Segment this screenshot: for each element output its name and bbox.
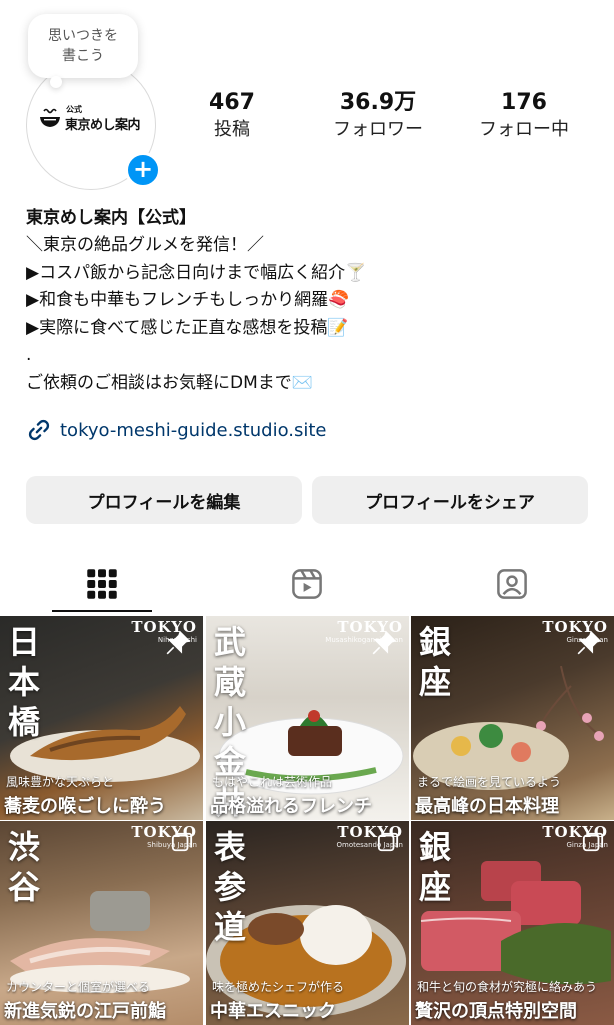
stat-posts-count: 467	[209, 90, 255, 115]
logo-name: 東京めし案内	[65, 118, 141, 133]
post-place: 表参道	[214, 828, 247, 946]
active-tab-indicator	[52, 610, 152, 612]
carousel-icon	[171, 832, 193, 852]
pin-icon	[166, 630, 191, 655]
post-place: 銀座	[419, 623, 452, 701]
pin-icon	[577, 630, 602, 655]
post-caption: 贅沢の頂点特別空間	[415, 1001, 577, 1022]
post-place: 銀座	[419, 828, 452, 906]
post-place: 渋谷	[8, 828, 41, 906]
stat-posts-label: 投稿	[214, 119, 250, 140]
bio-line: ▶実際に食べて感じた正直な感想を投稿📝	[26, 317, 349, 338]
post-tile[interactable]: 武蔵小金井 TOKYO Musashikoganei Japan もはやこれは芸…	[206, 616, 409, 820]
tab-reels[interactable]	[205, 556, 409, 612]
avatar-logo: 公式 東京めし案内	[38, 102, 146, 140]
bio-line: ＼東京の絶品グルメを発信！／	[26, 235, 264, 255]
tab-tagged[interactable]	[410, 556, 614, 612]
post-tile[interactable]: 表参道 TOKYO Omotesando Japan 味を極めたシェフが作る 中…	[206, 821, 409, 1025]
post-tile[interactable]: 渋谷 TOKYO Shibuya Japan カウンターと個室が選べる 新進気鋭…	[0, 821, 203, 1025]
bio-line: ▶和食も中華もフレンチもしっかり網羅🍣	[26, 290, 350, 310]
stat-posts[interactable]: 467 投稿	[192, 90, 272, 142]
post-subtitle: 和牛と旬の食材が究極に絡みあう	[417, 980, 598, 994]
note-text: 思いつきを 書こう	[48, 28, 118, 64]
post-subtitle: 風味豊かな天ぷらと	[6, 775, 115, 789]
post-subtitle: カウンターと個室が選べる	[6, 980, 151, 994]
website-link[interactable]: tokyo-meshi-guide.studio.site	[26, 417, 327, 443]
stat-followers-label: フォロワー	[333, 119, 423, 140]
stat-following-label: フォロー中	[479, 119, 569, 140]
stat-followers[interactable]: 36.9万 フォロワー	[318, 90, 438, 142]
pin-icon	[372, 630, 397, 655]
post-place: 日本橋	[8, 623, 41, 741]
bio-line: ご依頼のご相談はお気軽にDMまで✉️	[26, 372, 313, 393]
note-bubble-tail	[50, 76, 62, 88]
tagged-icon	[497, 569, 527, 599]
bio: 東京めし案内【公式】 ＼東京の絶品グルメを発信！／ ▶コスパ飯から記念日向けまで…	[26, 204, 596, 397]
post-caption: 最高峰の日本料理	[415, 796, 559, 817]
profile-name: 東京めし案内【公式】	[26, 208, 196, 228]
post-caption: 品格溢れるフレンチ	[210, 796, 372, 817]
post-subtitle: まるで絵画を見ているよう	[417, 775, 562, 789]
stat-following[interactable]: 176 フォロー中	[464, 90, 584, 142]
post-place: 武蔵小金井	[214, 623, 247, 820]
website-link-text: tokyo-meshi-guide.studio.site	[60, 419, 327, 441]
post-subtitle: 味を極めたシェフが作る	[212, 980, 345, 994]
bio-line: .	[26, 345, 32, 365]
post-caption: 中華エスニック	[210, 1001, 336, 1022]
share-profile-button[interactable]: プロフィールをシェア	[312, 476, 588, 524]
note-bubble[interactable]: 思いつきを 書こう	[28, 14, 138, 78]
tab-posts-grid[interactable]	[0, 556, 204, 612]
link-icon	[28, 419, 50, 441]
bio-line: ▶コスパ飯から記念日向けまで幅広く紹介🍸	[26, 262, 367, 283]
post-tile[interactable]: 銀座 TOKYO Ginza Japan まるで絵画を見ているよう 最高峰の日本…	[411, 616, 614, 820]
grid-icon	[87, 569, 117, 599]
edit-profile-button[interactable]: プロフィールを編集	[26, 476, 302, 524]
post-caption: 蕎麦の喉ごしに酔う	[4, 796, 166, 817]
carousel-icon	[377, 832, 399, 852]
post-tile[interactable]: 日本橋 TOKYO Nihonbashi 風味豊かな天ぷらと 蕎麦の喉ごしに酔う	[0, 616, 203, 820]
stat-followers-count: 36.9万	[339, 90, 417, 115]
reels-icon	[292, 569, 322, 599]
add-story-button[interactable]: +	[125, 152, 161, 188]
post-subtitle: もはやこれは芸術作品	[212, 775, 333, 789]
post-caption: 新進気鋭の江戸前鮨	[4, 1001, 166, 1022]
bowl-icon	[40, 108, 60, 127]
post-tile[interactable]: 銀座 TOKYO Ginza Japan 和牛と旬の食材が究極に絡みあう 贅沢の…	[411, 821, 614, 1025]
carousel-icon	[582, 832, 604, 852]
stat-following-count: 176	[501, 90, 547, 115]
